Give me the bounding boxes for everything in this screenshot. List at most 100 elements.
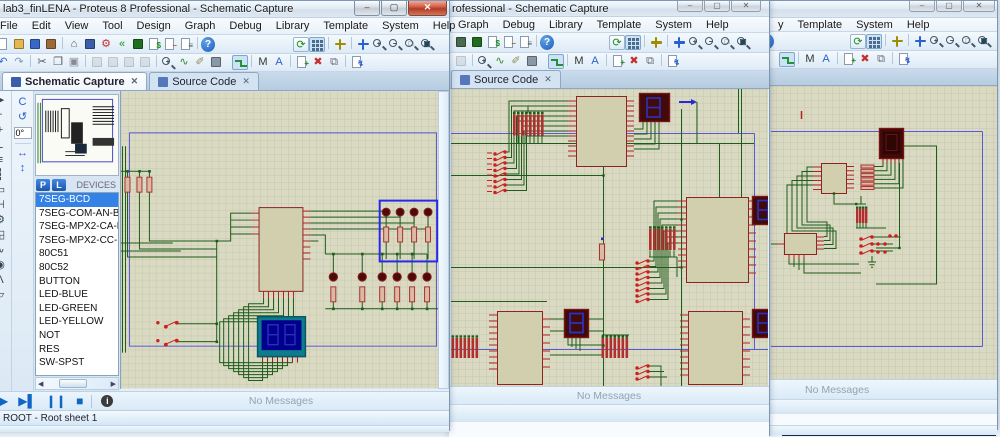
titlebar-left[interactable]: lab3_finLENA - Proteus 8 Professional - …	[0, 1, 449, 18]
device-list-item[interactable]: 80C52	[36, 261, 118, 275]
zoom-out-icon[interactable]: −	[387, 37, 403, 52]
project-component-icon[interactable]	[453, 35, 469, 50]
menu-item[interactable]: Template	[590, 18, 649, 32]
device-list-item[interactable]: LED-BLUE	[36, 288, 118, 302]
menu-item[interactable]: System	[849, 18, 900, 32]
schematic-canvas-middle[interactable]	[451, 89, 768, 386]
block-delete-icon[interactable]	[453, 54, 469, 69]
origin-icon[interactable]	[648, 35, 664, 50]
save-design-icon[interactable]	[27, 37, 43, 52]
subcircuit-mode-icon[interactable]: ▭	[0, 183, 8, 198]
help-icon[interactable]: ?	[201, 37, 215, 52]
wire-edit-icon[interactable]: ✐	[508, 54, 524, 69]
zoom-region-icon[interactable]: □	[719, 35, 735, 50]
menu-item[interactable]: File	[0, 19, 25, 33]
junction-dot-mode-icon[interactable]: +	[0, 123, 8, 138]
schematic-canvas-right[interactable]	[769, 86, 997, 379]
menu-item[interactable]: Help	[426, 19, 463, 33]
block-copy-icon[interactable]	[89, 55, 105, 70]
text-script-mode-icon[interactable]: ≡	[0, 153, 8, 168]
copy-icon[interactable]: ❐	[50, 55, 66, 70]
zoom-all-icon[interactable]: ▣	[976, 34, 992, 49]
design-explorer-icon[interactable]	[469, 35, 485, 50]
simulation-log-icon[interactable]: ≡	[178, 37, 194, 52]
redo-icon[interactable]: ↷	[11, 55, 27, 70]
goto-sheet-icon[interactable]: ⧉	[326, 55, 342, 70]
zoom-tool-icon[interactable]: +	[160, 55, 176, 70]
device-list-item[interactable]: 7SEG-MPX2-CA-BLUE	[36, 220, 118, 234]
pause-button[interactable]: ❙❙	[46, 394, 66, 408]
device-list-item[interactable]: RES	[36, 343, 118, 357]
menu-item[interactable]: System	[375, 19, 426, 33]
block-move-icon[interactable]	[105, 55, 121, 70]
electrical-rule-check-icon[interactable]: –	[162, 37, 178, 52]
menu-item[interactable]: Library	[542, 18, 590, 32]
zoom-out-icon[interactable]: −	[944, 34, 960, 49]
device-list-item[interactable]: SW-SPST	[36, 356, 118, 370]
menu-item[interactable]: Library	[269, 19, 317, 33]
close-button[interactable]: ✕	[731, 1, 761, 12]
refresh-sheet-icon[interactable]: ⟳	[609, 35, 625, 50]
mirror-horizontal-icon[interactable]: ↔	[15, 146, 31, 161]
menu-item[interactable]: Help	[900, 18, 937, 32]
terminal-mode-icon[interactable]: ⊣	[0, 198, 8, 213]
zoom-out-icon[interactable]: −	[703, 35, 719, 50]
device-list-item[interactable]: LED-GREEN	[36, 302, 118, 316]
titlebar-middle[interactable]: rofessional - Schematic Capture – ▢ ✕	[449, 1, 769, 17]
open-design-icon[interactable]	[11, 37, 27, 52]
wire-autorouter-icon[interactable]	[779, 52, 795, 67]
zoom-in-icon[interactable]: +	[687, 35, 703, 50]
property-assignment-icon[interactable]: A	[818, 52, 834, 67]
pan-icon[interactable]	[671, 35, 687, 50]
zoom-all-icon[interactable]: ▣	[419, 37, 435, 52]
new-sheet-icon[interactable]: +	[610, 54, 626, 69]
step-button[interactable]: ▶▌	[18, 394, 36, 408]
property-assignment-icon[interactable]: A	[587, 54, 603, 69]
schematic-overview-preview[interactable]	[35, 94, 119, 176]
3d-visualizer-icon[interactable]: «	[114, 37, 130, 52]
menu-item[interactable]: System	[648, 18, 699, 32]
device-list-item[interactable]: NOT	[36, 329, 118, 343]
menu-item[interactable]: Debug	[222, 19, 268, 33]
menu-item[interactable]: View	[58, 19, 96, 33]
close-button[interactable]: ✕	[408, 1, 447, 16]
close-tab-icon[interactable]: ✕	[240, 76, 250, 87]
search-binoculars-icon[interactable]: M	[571, 54, 587, 69]
close-tab-icon[interactable]: ✕	[129, 76, 139, 87]
scroll-right-icon[interactable]: ▶	[109, 380, 118, 388]
refresh-sheet-icon[interactable]: ⟳	[293, 37, 309, 52]
menu-item[interactable]: Design	[130, 19, 178, 33]
schematic-capture-icon[interactable]	[82, 37, 98, 52]
voltage-probe-mode-icon[interactable]: ◉	[0, 258, 8, 273]
search-binoculars-icon[interactable]: M	[255, 55, 271, 70]
zoom-in-icon[interactable]: +	[371, 37, 387, 52]
cleanup-tool-icon[interactable]	[208, 55, 224, 70]
close-tab-icon[interactable]: ✕	[542, 74, 552, 85]
compile-icon[interactable]: ↯	[896, 52, 912, 67]
pcb-layout-icon[interactable]: ⚙	[98, 37, 114, 52]
goto-sheet-icon[interactable]: ⧉	[642, 54, 658, 69]
menu-item[interactable]: Edit	[25, 19, 58, 33]
rotation-angle-field[interactable]: 0°	[14, 127, 32, 139]
sidebar-scrollbar[interactable]: ◀ ▶	[35, 377, 119, 390]
zoom-region-icon[interactable]: □	[403, 37, 419, 52]
canvas-vscrollbar[interactable]	[438, 91, 449, 389]
remove-sheet-icon[interactable]: ✖	[626, 54, 642, 69]
mirror-vertical-icon[interactable]: ↕	[15, 161, 31, 176]
device-pin-mode-icon[interactable]: ⚙	[0, 213, 8, 228]
bus-mode-icon[interactable]: ┇	[0, 168, 8, 183]
rotate-anticlockwise-icon[interactable]: ↺	[15, 110, 31, 125]
block-rotate-icon[interactable]	[121, 55, 137, 70]
virtual-instrument-mode-icon[interactable]: ▱	[0, 288, 8, 303]
schematic-canvas-left[interactable]	[120, 91, 438, 389]
zoom-all-icon[interactable]: ▣	[735, 35, 751, 50]
tab-source-code[interactable]: Source Code ✕	[149, 72, 259, 90]
remove-sheet-icon[interactable]: ✖	[857, 52, 873, 67]
pick-devices-button[interactable]: P	[36, 179, 50, 191]
stop-button[interactable]: ■	[76, 394, 83, 408]
component-mode-icon[interactable]: ⊦	[0, 108, 8, 123]
titlebar-right[interactable]: – ▢ ✕	[767, 1, 997, 18]
menu-item[interactable]: Tool	[95, 19, 129, 33]
tab-source-code[interactable]: Source Code ✕	[451, 70, 561, 88]
cleanup-tool-icon[interactable]	[524, 54, 540, 69]
